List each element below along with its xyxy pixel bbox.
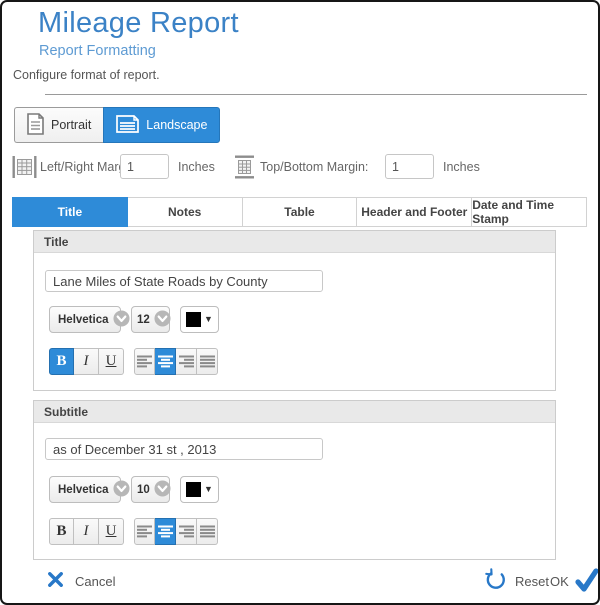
margins-row: Left/Right Margin: Inches Top/Bottom Mar… [2, 152, 598, 182]
title-underline-button[interactable]: U [99, 348, 124, 375]
ok-button[interactable]: OK [550, 568, 599, 595]
title-text-input[interactable] [45, 270, 323, 292]
divider [45, 94, 587, 95]
align-justify-button[interactable] [197, 348, 218, 375]
tab-notes[interactable]: Notes [128, 197, 243, 227]
chevron-down-icon [113, 480, 130, 500]
caret-down-icon: ▼ [204, 315, 213, 324]
align-left-button[interactable] [134, 518, 155, 545]
landscape-button[interactable]: Landscape [103, 107, 220, 143]
align-left-button[interactable] [134, 348, 155, 375]
title-align-group [134, 348, 218, 375]
title-font-row: Helvetica 12 ▼ [49, 306, 219, 333]
left-right-margin-input[interactable] [120, 154, 169, 179]
subtitle-font-color-dropdown[interactable]: ▼ [180, 476, 219, 503]
subtitle-font-family-value: Helvetica [58, 484, 109, 496]
title-font-size-dropdown[interactable]: 12 [131, 306, 170, 333]
tab-header-and-footer[interactable]: Header and Footer [357, 197, 472, 227]
landscape-icon [116, 115, 139, 136]
close-icon [47, 571, 64, 591]
subtitle-bold-button[interactable]: B [49, 518, 74, 545]
page-subtitle: Report Formatting [39, 43, 156, 59]
top-bottom-margin-label: Top/Bottom Margin: [260, 160, 368, 174]
tab-title[interactable]: Title [12, 197, 128, 227]
subtitle-text-input[interactable] [45, 438, 323, 460]
mileage-report-dialog: Mileage Report Report Formatting Configu… [0, 0, 600, 605]
color-swatch [186, 312, 201, 327]
chevron-down-icon [154, 310, 171, 330]
subtitle-panel: Subtitle Helvetica 10 ▼ B I U [33, 400, 556, 560]
left-right-margin-icon [12, 155, 37, 182]
color-swatch [186, 482, 201, 497]
portrait-button[interactable]: Portrait [14, 107, 103, 143]
align-center-button[interactable] [155, 348, 176, 375]
caret-down-icon: ▼ [204, 485, 213, 494]
footer-bar: Cancel Reset OK [2, 565, 598, 603]
subtitle-align-group [134, 518, 218, 545]
subtitle-font-size-value: 10 [137, 484, 150, 496]
title-format-row: B I U [49, 348, 218, 375]
align-right-button[interactable] [176, 348, 197, 375]
top-bottom-margin-unit: Inches [443, 160, 480, 174]
reset-label: Reset [515, 574, 549, 589]
subtitle-underline-button[interactable]: U [99, 518, 124, 545]
title-font-family-dropdown[interactable]: Helvetica [49, 306, 121, 333]
top-bottom-margin-input[interactable] [385, 154, 434, 179]
top-bottom-margin-icon [234, 155, 255, 182]
title-italic-button[interactable]: I [74, 348, 99, 375]
reset-button[interactable]: Reset [484, 568, 549, 595]
subtitle-font-family-dropdown[interactable]: Helvetica [49, 476, 121, 503]
cancel-label: Cancel [75, 574, 115, 589]
tab-date-time-stamp[interactable]: Date and Time Stamp [472, 197, 587, 227]
checkmark-icon [574, 568, 599, 595]
portrait-icon [27, 113, 44, 138]
page-title: Mileage Report [38, 7, 239, 40]
align-right-button[interactable] [176, 518, 197, 545]
description-text: Configure format of report. [13, 68, 160, 82]
title-bold-button[interactable]: B [49, 348, 74, 375]
title-font-size-value: 12 [137, 314, 150, 326]
subtitle-font-size-dropdown[interactable]: 10 [131, 476, 170, 503]
title-panel: Title Helvetica 12 ▼ B I U [33, 230, 556, 391]
reset-icon [484, 568, 507, 595]
tab-table[interactable]: Table [243, 197, 358, 227]
subtitle-italic-button[interactable]: I [74, 518, 99, 545]
tab-bar: Title Notes Table Header and Footer Date… [12, 197, 587, 227]
orientation-group: Portrait Landscape [14, 107, 220, 143]
left-right-margin-unit: Inches [178, 160, 215, 174]
ok-label: OK [550, 574, 569, 589]
cancel-button[interactable]: Cancel [47, 571, 115, 591]
subtitle-panel-heading: Subtitle [34, 401, 555, 423]
align-center-button[interactable] [155, 518, 176, 545]
title-font-color-dropdown[interactable]: ▼ [180, 306, 219, 333]
title-font-family-value: Helvetica [58, 314, 109, 326]
portrait-label: Portrait [51, 118, 91, 132]
chevron-down-icon [154, 480, 171, 500]
landscape-label: Landscape [146, 118, 207, 132]
subtitle-font-row: Helvetica 10 ▼ [49, 476, 219, 503]
align-justify-button[interactable] [197, 518, 218, 545]
title-panel-heading: Title [34, 231, 555, 253]
chevron-down-icon [113, 310, 130, 330]
subtitle-format-row: B I U [49, 518, 218, 545]
